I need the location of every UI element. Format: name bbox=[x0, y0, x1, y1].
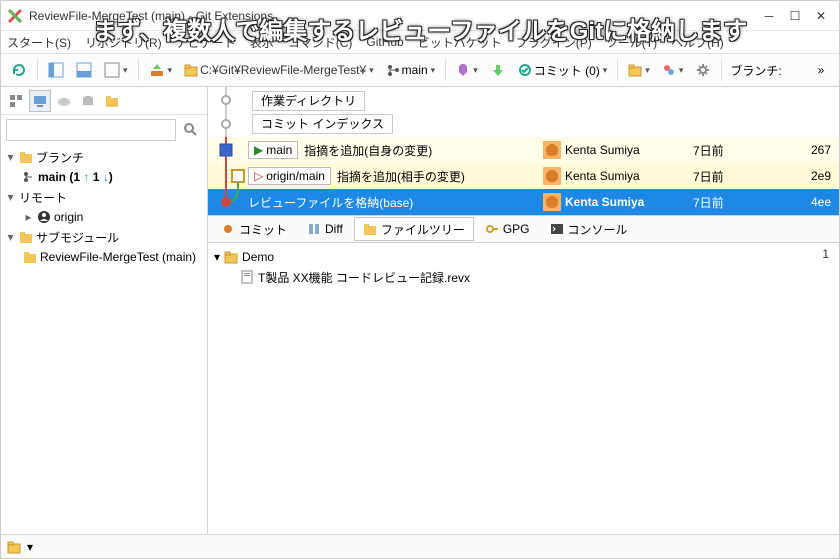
minimize-button[interactable]: ─ bbox=[757, 6, 781, 26]
tree-branch-main[interactable]: main (1 ↑ 1 ↓) bbox=[1, 167, 207, 187]
left-tab-cloud[interactable] bbox=[53, 90, 75, 112]
detail-tabs: コミット Diff ファイルツリー GPG コンソール bbox=[208, 215, 839, 243]
repo-path-button[interactable]: C:¥Git¥ReviewFile-MergeTest¥▾ bbox=[180, 58, 378, 82]
tree: ▾ブランチ main (1 ↑ 1 ↓) ▾リモート ▸origin ▾サブモジ… bbox=[1, 145, 207, 534]
branch-name: main bbox=[402, 63, 428, 77]
commit-row[interactable]: ▶main 指摘を追加(自身の変更) Kenta Sumiya 7日前 267 bbox=[208, 137, 839, 163]
menu-help[interactable]: ヘルプ(H) bbox=[671, 34, 724, 51]
commit-list: ▶main 指摘を追加(自身の変更) Kenta Sumiya 7日前 267 … bbox=[208, 137, 839, 215]
maximize-button[interactable]: ☐ bbox=[783, 6, 807, 26]
ref-origin-main: ▷origin/main bbox=[248, 167, 331, 185]
avatar-icon bbox=[543, 193, 561, 211]
tree-search-button[interactable] bbox=[180, 119, 202, 141]
graph-head: 作業ディレクトリ コミット インデックス bbox=[208, 87, 839, 137]
commit-hash: 2e9 bbox=[783, 169, 839, 183]
ref-main: ▶main bbox=[248, 141, 298, 159]
settings-button[interactable] bbox=[691, 58, 715, 82]
commit-author: Kenta Sumiya bbox=[565, 169, 640, 183]
window-title: ReviewFile-MergeTest (main) - Git Extens… bbox=[29, 9, 757, 23]
tree-branches[interactable]: ▾ブランチ bbox=[1, 147, 207, 167]
left-tab-tree[interactable] bbox=[5, 90, 27, 112]
commit-date: 7日前 bbox=[693, 168, 783, 185]
status-folder-icon bbox=[7, 540, 21, 554]
left-tabs bbox=[1, 87, 207, 115]
avatar-icon bbox=[543, 141, 561, 159]
tab-gpg[interactable]: GPG bbox=[476, 217, 539, 241]
commit-subject: レビューファイルを格納(base) bbox=[248, 194, 413, 211]
right-panel: 作業ディレクトリ コミット インデックス ▶main 指摘を追加(自身の変更) … bbox=[208, 87, 839, 534]
tree-filter-input[interactable] bbox=[6, 119, 176, 141]
status-dropdown-icon[interactable]: ▾ bbox=[27, 540, 33, 554]
refresh-button[interactable] bbox=[7, 58, 31, 82]
tree-remote-origin[interactable]: ▸origin bbox=[1, 207, 207, 227]
statusbar: ▾ bbox=[1, 534, 839, 558]
index-button[interactable]: コミット インデックス bbox=[252, 114, 393, 134]
content: ▾ブランチ main (1 ↑ 1 ↓) ▾リモート ▸origin ▾サブモジ… bbox=[1, 87, 839, 534]
left-tab-folder[interactable] bbox=[101, 90, 123, 112]
folder-row[interactable]: ▾Demo bbox=[214, 247, 833, 267]
commit-subject: 指摘を追加(相手の変更) bbox=[337, 168, 465, 185]
repo-path: C:¥Git¥ReviewFile-MergeTest¥ bbox=[200, 63, 366, 77]
workdir-button[interactable]: 作業ディレクトリ bbox=[252, 91, 365, 111]
menu-repo[interactable]: リポジトリ(R) bbox=[85, 34, 162, 51]
menubar: スタート(S) リポジトリ(R) ナビゲート 表示 コマンド(C) GitHub… bbox=[1, 31, 839, 53]
menu-tools[interactable]: ツール(T) bbox=[606, 34, 657, 51]
left-tab-db[interactable] bbox=[77, 90, 99, 112]
overflow-button[interactable]: » bbox=[809, 58, 833, 82]
menu-cmd[interactable]: コマンド(C) bbox=[288, 34, 353, 51]
tree-submodules[interactable]: ▾サブモジュール bbox=[1, 227, 207, 247]
menu-bitbucket[interactable]: ビットバケット bbox=[418, 34, 502, 51]
tree-remotes[interactable]: ▾リモート bbox=[1, 187, 207, 207]
tab-console[interactable]: コンソール bbox=[541, 217, 637, 241]
file-row[interactable]: T製品 XX機能 コードレビュー記録.revx bbox=[214, 267, 833, 287]
filter-button[interactable]: ▾ bbox=[452, 58, 482, 82]
branch-filter-label: ブランチ: bbox=[730, 62, 781, 79]
left-tab-monitor[interactable] bbox=[29, 90, 51, 112]
menu-view[interactable]: 表示 bbox=[250, 34, 274, 51]
left-filter bbox=[1, 115, 207, 145]
commit-label: コミット (0) bbox=[534, 62, 600, 79]
branch-dropdown[interactable]: main▾ bbox=[382, 58, 440, 82]
explorer-button[interactable]: ▾ bbox=[624, 58, 654, 82]
commit-hash: 4ee bbox=[783, 195, 839, 209]
commit-author: Kenta Sumiya bbox=[565, 143, 640, 157]
repo-dropdown[interactable]: ▾ bbox=[145, 58, 177, 82]
layout2-button[interactable] bbox=[72, 58, 96, 82]
menu-github[interactable]: GitHub bbox=[366, 35, 403, 49]
commit-author: Kenta Sumiya bbox=[565, 195, 644, 209]
commit-row[interactable]: ▷origin/main 指摘を追加(相手の変更) Kenta Sumiya 7… bbox=[208, 163, 839, 189]
layout1-button[interactable] bbox=[44, 58, 68, 82]
left-panel: ▾ブランチ main (1 ↑ 1 ↓) ▾リモート ▸origin ▾サブモジ… bbox=[1, 87, 208, 534]
close-button[interactable]: ✕ bbox=[809, 6, 833, 26]
tools-button[interactable]: ▾ bbox=[658, 58, 688, 82]
detail-body: ▾Demo T製品 XX機能 コードレビュー記録.revx 1 bbox=[208, 243, 839, 534]
commit-row[interactable]: レビューファイルを格納(base) Kenta Sumiya 7日前 4ee bbox=[208, 189, 839, 215]
tree-submodule-item[interactable]: ReviewFile-MergeTest (main) bbox=[1, 247, 207, 267]
stash-button[interactable] bbox=[486, 58, 510, 82]
toolbar: ▾ ▾ C:¥Git¥ReviewFile-MergeTest¥▾ main▾ … bbox=[1, 53, 839, 87]
commit-date: 7日前 bbox=[693, 194, 783, 211]
line-count: 1 bbox=[822, 247, 829, 261]
layout3-button[interactable]: ▾ bbox=[100, 58, 132, 82]
menu-nav[interactable]: ナビゲート bbox=[176, 34, 236, 51]
tab-filetree[interactable]: ファイルツリー bbox=[354, 217, 474, 241]
commit-subject: 指摘を追加(自身の変更) bbox=[304, 142, 432, 159]
avatar-icon bbox=[543, 167, 561, 185]
commit-hash: 267 bbox=[783, 143, 839, 157]
commit-date: 7日前 bbox=[693, 142, 783, 159]
tab-diff[interactable]: Diff bbox=[298, 217, 352, 241]
menu-start[interactable]: スタート(S) bbox=[7, 34, 71, 51]
app-icon bbox=[7, 8, 23, 24]
menu-plugins[interactable]: プラグイン(P) bbox=[516, 34, 592, 51]
titlebar: ReviewFile-MergeTest (main) - Git Extens… bbox=[1, 1, 839, 31]
tab-commit[interactable]: コミット bbox=[212, 217, 296, 241]
commit-button[interactable]: コミット (0)▾ bbox=[514, 58, 612, 82]
